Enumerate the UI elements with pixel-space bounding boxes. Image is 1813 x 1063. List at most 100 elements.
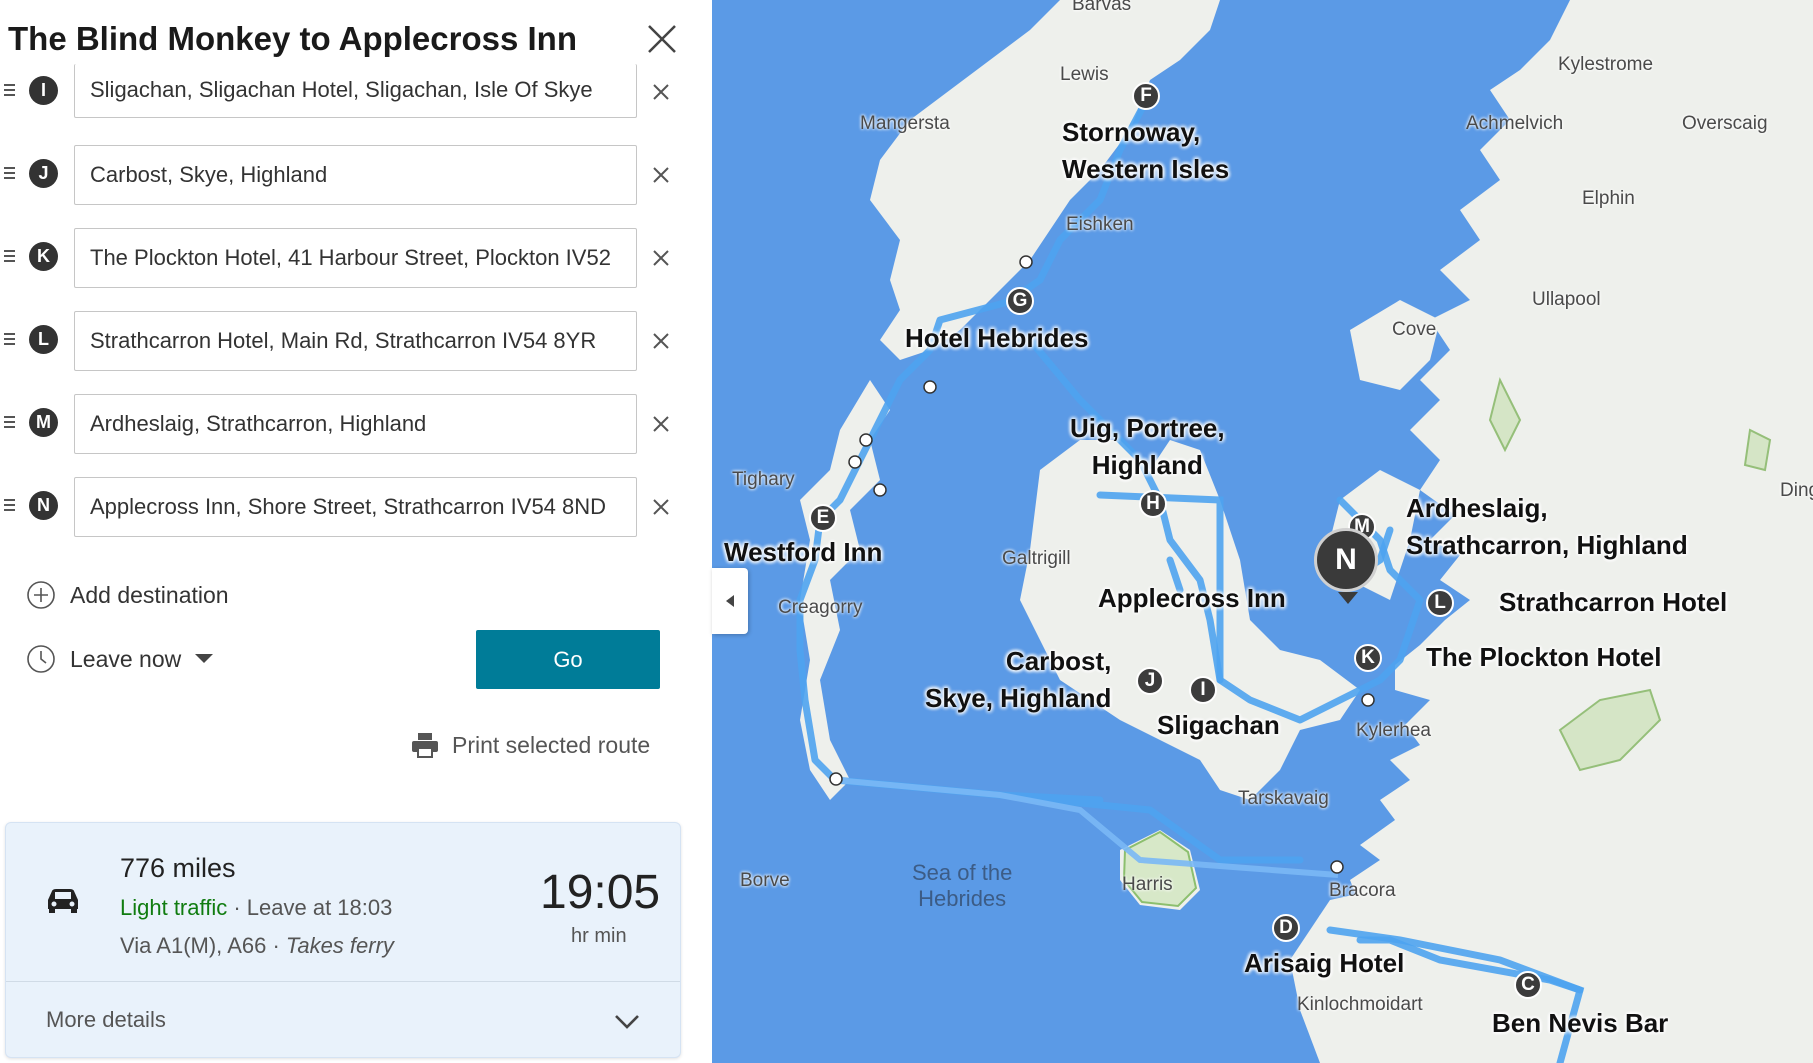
poi-label-plockton-hotel[interactable]: The Plockton Hotel [1426,639,1661,676]
poi-label-sligachan[interactable]: Sligachan [1157,707,1280,744]
map-pin-g[interactable]: G [1006,287,1034,315]
waypoint-row-k: K The Plockton Hotel, 41 Harbour Street,… [0,228,700,288]
poi-label-carbost[interactable]: Carbost, Skye, Highland [925,643,1111,717]
remove-waypoint-icon[interactable] [649,80,673,104]
directions-panel: The Blind Monkey to Applecross Inn I Sli… [0,0,712,1063]
sea-label-line2: Hebrides [918,886,1007,911]
map-place-label: Galtrigill [1002,548,1071,569]
waypoint-input[interactable]: Applecross Inn, Shore Street, Strathcarr… [74,477,637,537]
waypoint-input[interactable]: The Plockton Hotel, 41 Harbour Street, P… [74,228,637,288]
map-place-label: Tarskavaig [1238,788,1329,809]
ferry-note: Takes ferry [285,933,394,958]
waypoint-row-i: I Sligachan, Sligachan Hotel, Sligachan,… [0,62,700,122]
traffic-info: Light traffic · Leave at 18:03 [120,895,393,920]
map-place-label: Creagorry [778,597,863,618]
remove-waypoint-icon[interactable] [649,246,673,270]
sea-label: Sea of the Hebrides [912,860,1012,912]
map-pin-c[interactable]: C [1514,971,1542,999]
map-pin-k[interactable]: K [1354,644,1382,672]
destination-pin-label: N [1314,528,1378,592]
map-place-label: Borve [740,870,790,891]
poi-label-arisaig-hotel[interactable]: Arisaig Hotel [1244,945,1404,982]
duration-unit: hr min [571,925,627,947]
map-place-label: Cove [1392,319,1437,340]
map-place-label: Achmelvich [1466,113,1564,134]
destination-pin-n[interactable]: N [1312,526,1384,606]
poi-label-uig[interactable]: Uig, Portree, Highland [1070,410,1225,484]
poi-label-stornoway[interactable]: Stornoway, Western Isles [1062,114,1229,188]
collapse-panel-button[interactable] [712,568,748,634]
drag-handle-icon[interactable] [4,84,16,98]
add-destination-button[interactable]: Add destination [26,578,229,612]
waypoint-input[interactable]: Strathcarron Hotel, Main Rd, Strathcarro… [74,311,637,371]
card-divider [6,981,680,982]
plus-circle-icon [27,581,55,609]
drag-handle-icon[interactable] [4,499,16,513]
map-place-label: Ullapool [1532,289,1601,310]
map-place-label: Harris [1122,874,1173,895]
waypoint-input[interactable]: Carbost, Skye, Highland [74,145,637,205]
waypoint-input[interactable]: Ardheslaig, Strathcarron, Highland [74,394,637,454]
waypoint-badge: M [29,408,58,437]
map-pin-i[interactable]: I [1189,676,1217,704]
poi-label-ardheslaig[interactable]: Ardheslaig, Strathcarron, Highland [1406,490,1688,564]
chevron-left-icon [726,595,734,607]
drag-handle-icon[interactable] [4,333,16,347]
remove-waypoint-icon[interactable] [649,412,673,436]
map-place-label: Eishken [1066,214,1134,235]
print-route-button[interactable]: Print selected route [410,728,650,762]
map-pin-h[interactable]: H [1139,490,1167,518]
map-place-label: Bracora [1329,880,1396,901]
map-place-label: Kinlochmoidart [1297,994,1423,1015]
waypoint-row-m: M Ardheslaig, Strathcarron, Highland [0,394,700,454]
route-via-info: Via A1(M), A66 · Takes ferry [120,933,394,958]
map-place-label: Lewis [1060,64,1109,85]
route-via: Via A1(M), A66 [120,933,267,958]
close-icon[interactable] [645,22,679,56]
remove-waypoint-icon[interactable] [649,329,673,353]
map-pin-e[interactable]: E [809,504,837,532]
drag-handle-icon[interactable] [4,167,16,181]
map-place-label: Tighary [732,469,795,490]
map-place-label: Overscaig [1682,113,1768,134]
map-place-label: Mangersta [860,113,950,134]
map-pin-l[interactable]: L [1426,589,1454,617]
chevron-down-icon[interactable] [612,1009,642,1033]
traffic-status: Light traffic [120,895,228,920]
route-summary-card[interactable]: 776 miles Light traffic · Leave at 18:03… [5,822,681,1058]
route-distance: 776 miles [120,853,236,883]
remove-waypoint-icon[interactable] [649,163,673,187]
map-pin-j[interactable]: J [1136,667,1164,695]
waypoint-badge: L [29,325,58,354]
leave-at-time: Leave at 18:03 [246,895,393,920]
printer-icon [412,733,438,758]
waypoint-row-l: L Strathcarron Hotel, Main Rd, Strathcar… [0,311,700,371]
route-title: The Blind Monkey to Applecross Inn [8,20,577,57]
more-details-button[interactable]: More details [46,1007,166,1033]
car-icon [44,885,82,915]
poi-label-strathcarron-hotel[interactable]: Strathcarron Hotel [1499,584,1727,621]
poi-label-ben-nevis-bar[interactable]: Ben Nevis Bar [1492,1005,1668,1042]
add-destination-label: Add destination [70,581,229,608]
drag-handle-icon[interactable] [4,250,16,264]
map-place-label: Kylestrome [1558,54,1654,75]
go-button[interactable]: Go [476,630,660,689]
drag-handle-icon[interactable] [4,416,16,430]
waypoint-badge: J [29,159,58,188]
route-duration: 19:05 [540,866,661,919]
waypoint-row-n: N Applecross Inn, Shore Street, Strathca… [0,477,700,537]
waypoint-input[interactable]: Sligachan, Sligachan Hotel, Sligachan, I… [74,64,637,118]
map-canvas[interactable]: Barvas Lewis Mangersta Eishken Kylestrom… [712,0,1813,1063]
poi-label-applecross-inn[interactable]: Applecross Inn [1098,580,1286,617]
map-place-label: Kylerhea [1356,720,1431,741]
waypoint-badge: K [29,242,58,271]
poi-label-hotel-hebrides[interactable]: Hotel Hebrides [905,320,1089,357]
leave-now-dropdown[interactable]: Leave now [26,642,215,676]
map-place-label: Ding [1780,480,1813,501]
leave-now-label: Leave now [70,645,182,672]
waypoint-badge: I [29,76,58,105]
map-pin-f[interactable]: F [1132,82,1160,110]
remove-waypoint-icon[interactable] [649,495,673,519]
poi-label-westford-inn[interactable]: Westford Inn [724,534,882,571]
map-pin-d[interactable]: D [1272,914,1300,942]
